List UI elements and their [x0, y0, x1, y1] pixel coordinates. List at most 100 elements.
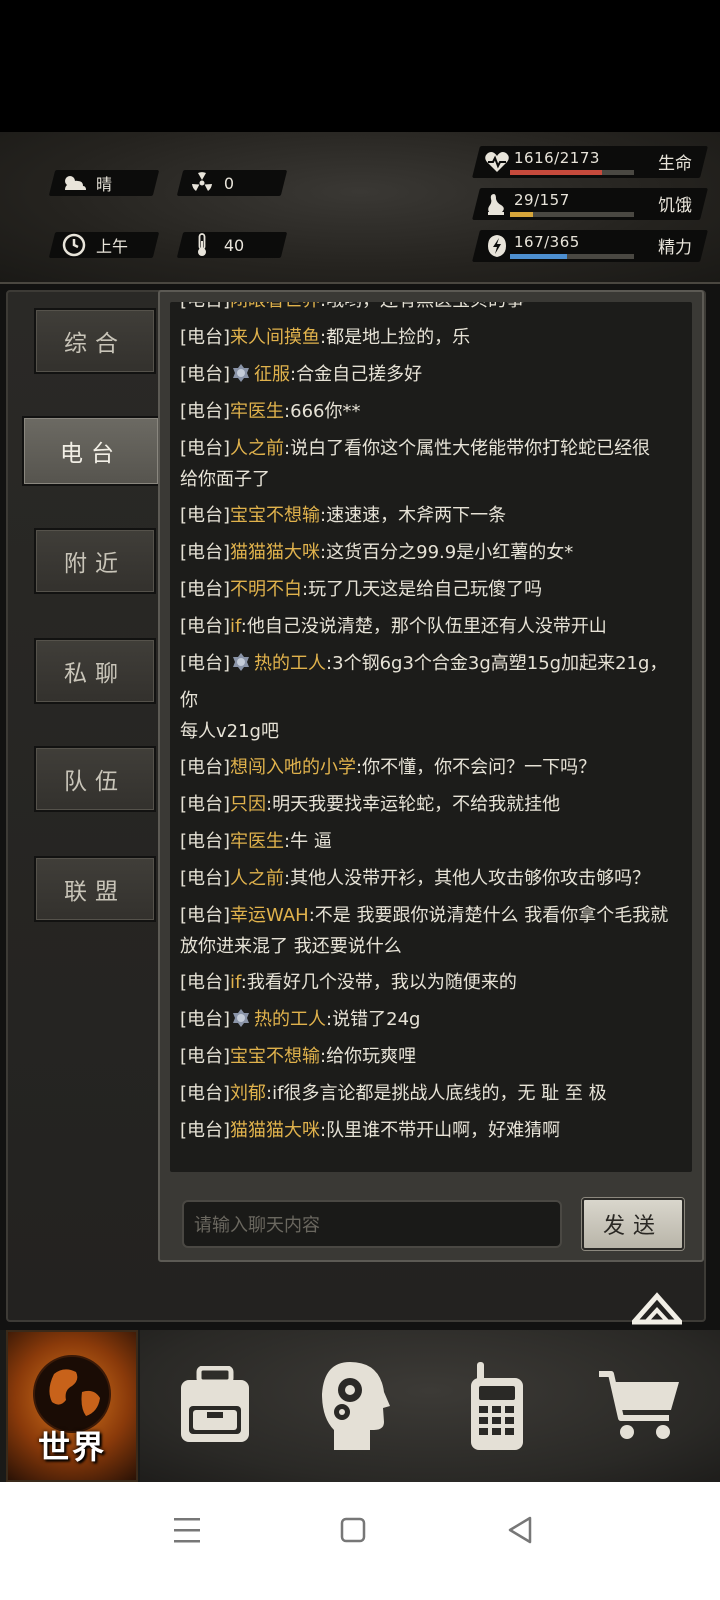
chat-input[interactable]: 请输入聊天内容	[182, 1200, 562, 1248]
energy-icon	[488, 235, 506, 257]
message-text: :他自己没说清楚，那个队伍里还有人没带开山	[240, 616, 607, 637]
gear-badge-icon	[231, 1004, 251, 1027]
chat-message: [电台]只因:明天我要找幸运轮蛇，不给我就挂他	[170, 786, 692, 823]
tab-private[interactable]: 私聊	[34, 638, 156, 704]
sender-name[interactable]: 人之前	[230, 438, 284, 459]
home-icon[interactable]	[328, 1510, 378, 1550]
chat-message: [电台]if:他自己没说清楚，那个队伍里还有人没带开山	[170, 608, 692, 645]
back-icon[interactable]	[496, 1510, 546, 1550]
cart-icon	[599, 1371, 679, 1439]
collapse-up-icon[interactable]	[632, 1290, 682, 1326]
chat-message: [电台]if:我看好几个没带，我以为随便来的	[170, 964, 692, 1001]
message-text: :其他人没带开衫，其他人攻击够你攻击够吗？	[284, 868, 651, 889]
nav-radio[interactable]	[452, 1330, 542, 1482]
message-text: :if很多言论都是挑战人底线的，无 耻 至 极	[266, 1083, 607, 1104]
nav-shop[interactable]	[592, 1330, 688, 1482]
nav-world[interactable]: 世界	[6, 1330, 138, 1482]
skills-head-icon	[322, 1362, 390, 1450]
clock-icon	[60, 233, 88, 257]
channel-tag: [电台]	[180, 302, 230, 311]
sender-name[interactable]: 不明不白	[230, 579, 302, 600]
tab-nearby[interactable]: 附近	[34, 528, 156, 594]
sender-name[interactable]: 热的工人	[254, 1009, 326, 1030]
sender-name[interactable]: 幸运WAH	[230, 905, 309, 926]
tab-general[interactable]: 综合	[34, 308, 156, 374]
radiation-indicator: 0	[176, 170, 288, 196]
message-text: :队里谁不带开山啊，好难猜啊	[320, 1120, 561, 1141]
channel-tag: [电台]	[180, 1120, 231, 1141]
top-blank-area	[0, 0, 720, 132]
channel-tag: [电台]	[180, 1046, 231, 1067]
sender-name[interactable]: 闭眼看世界	[230, 302, 320, 311]
tab-team[interactable]: 队伍	[34, 746, 156, 812]
sender-name[interactable]: 人之前	[230, 868, 284, 889]
time-of-day-text: 上午	[96, 237, 129, 256]
energy-value: 167/365	[514, 233, 580, 251]
channel-tag: [电台]	[180, 972, 231, 993]
channel-tag: [电台]	[180, 438, 231, 459]
channel-tag: [电台]	[180, 616, 231, 637]
sender-name[interactable]: 来人间摸鱼	[230, 327, 320, 348]
hunger-fill	[510, 212, 533, 217]
sender-name[interactable]: 猫猫猫大咪	[230, 542, 320, 563]
chat-message: [电台] 征服:合金自己搓多好	[170, 356, 692, 393]
radiation-value: 0	[224, 173, 235, 193]
message-text: :牛 逼	[284, 831, 332, 852]
thermometer-icon	[188, 233, 216, 257]
nav-skills[interactable]	[310, 1330, 400, 1482]
chat-message: [电台]闭眼看世界:哦哟，还有黑医宝贝的事	[170, 302, 692, 319]
temperature-indicator: 40	[176, 232, 288, 258]
energy-bar: 167/365 精力	[472, 230, 708, 262]
stomach-icon	[488, 194, 504, 215]
health-label: 生命	[658, 154, 692, 174]
hunger-value: 29/157	[514, 191, 570, 209]
health-fill	[510, 170, 603, 175]
health-bar: 1616/2173 生命	[472, 146, 708, 178]
tab-alliance[interactable]: 联盟	[34, 856, 156, 922]
sender-name[interactable]: 征服	[254, 364, 290, 385]
sender-name[interactable]: 牢医生	[230, 831, 284, 852]
tab-radio[interactable]: 电台	[22, 416, 160, 486]
send-button[interactable]: 发送	[582, 1198, 684, 1250]
sender-name[interactable]: 宝宝不想输	[230, 505, 320, 526]
hunger-bar: 29/157 饥饿	[472, 188, 708, 220]
chat-message: [电台]刘郁:if很多言论都是挑战人底线的，无 耻 至 极	[170, 1075, 692, 1112]
sender-name[interactable]: 宝宝不想输	[230, 1046, 320, 1067]
system-navigation-bar	[0, 1482, 720, 1600]
menu-icon[interactable]	[162, 1510, 212, 1550]
nav-backpack[interactable]	[170, 1330, 260, 1482]
gear-badge-icon	[231, 648, 251, 671]
channel-tag: [电台]	[180, 757, 231, 778]
status-header: 晴 0 上午 40 1616/2173 生命 29/157 饥饿 167/365…	[0, 132, 720, 396]
message-text: :哦哟，还有黑医宝贝的事	[320, 302, 524, 311]
channel-tag: [电台]	[180, 542, 231, 563]
channel-tag: [电台]	[180, 868, 231, 889]
chat-window: [电台]闭眼看世界:哦哟，还有黑医宝贝的事[电台]来人间摸鱼:都是地上捡的，乐[…	[158, 290, 704, 1262]
sender-name[interactable]: 想闯入吔的小学	[230, 757, 356, 778]
sender-name[interactable]: 只因	[230, 794, 266, 815]
sender-name[interactable]: 猫猫猫大咪	[230, 1120, 320, 1141]
chat-message: [电台]宝宝不想输:速速速，木斧两下一条	[170, 497, 692, 534]
chat-message: [电台]宝宝不想输:给你玩爽哩	[170, 1038, 692, 1075]
health-value: 1616/2173	[514, 149, 600, 167]
chat-log[interactable]: [电台]闭眼看世界:哦哟，还有黑医宝贝的事[电台]来人间摸鱼:都是地上捡的，乐[…	[170, 302, 692, 1172]
radio-icon	[471, 1362, 523, 1450]
chat-message: [电台]人之前:其他人没带开衫，其他人攻击够你攻击够吗？	[170, 860, 692, 897]
message-text: :速速速，木斧两下一条	[320, 505, 507, 526]
message-text: :不是 我要跟你说清楚什么 我看你拿个毛我就	[308, 905, 669, 926]
sender-name[interactable]: if	[230, 616, 241, 637]
chat-message: [电台]人之前:说白了看你这个属性大佬能带你打轮蛇已经很 给你面子了	[170, 430, 692, 497]
channel-tag: [电台]	[180, 579, 231, 600]
channel-tag: [电台]	[180, 831, 231, 852]
message-text: :给你玩爽哩	[320, 1046, 417, 1067]
sender-name[interactable]: if	[230, 972, 241, 993]
sender-name[interactable]: 牢医生	[230, 401, 284, 422]
message-text: :都是地上捡的，乐	[320, 327, 471, 348]
chat-message: [电台]猫猫猫大咪:这货百分之99.9是小红薯的女*	[170, 534, 692, 571]
message-text: :你不懂，你不会问？一下吗？	[356, 757, 597, 778]
chat-message: [电台]牢医生:牛 逼	[170, 823, 692, 860]
cloud-sun-icon	[60, 173, 88, 193]
sender-name[interactable]: 刘郁	[230, 1083, 266, 1104]
channel-tag: [电台]	[180, 505, 231, 526]
sender-name[interactable]: 热的工人	[254, 653, 326, 674]
